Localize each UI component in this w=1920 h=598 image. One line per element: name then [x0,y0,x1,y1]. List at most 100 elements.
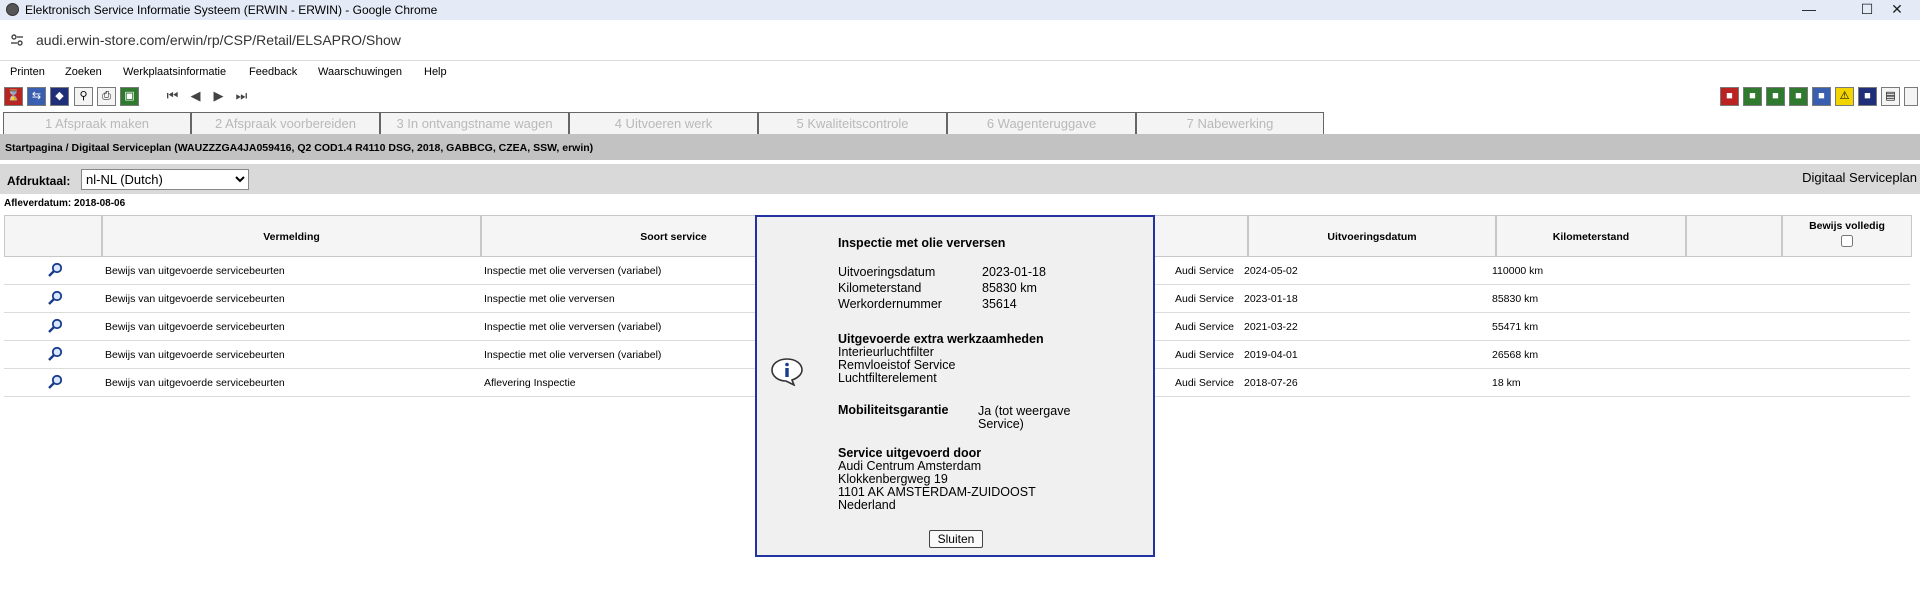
info-icon [771,358,803,386]
overflow-icon[interactable] [1904,87,1918,106]
cell-soort-service: Inspectie met olie verversen [484,293,615,305]
header-bewijs-volledig: Bewijs volledig [1782,215,1912,257]
delivery-date: Afleverdatum: 2018-08-06 [4,198,126,209]
print-icon[interactable]: ⎙ [97,87,116,106]
cell-uitgevoerd-door: Audi Service [1175,377,1234,389]
document-icon[interactable]: ■ [1766,87,1785,106]
cell-kilometerstand: 55471 km [1492,321,1539,333]
popup-field-label: Werkordernummer [838,297,942,311]
magnifier-icon[interactable] [47,374,63,390]
popup-field-value: 2023-01-18 [982,265,1046,279]
hourglass-icon[interactable]: ⌛ [4,87,23,106]
save-icon[interactable]: ▣ [120,87,139,106]
menu-werkplaatsinformatie[interactable]: Werkplaatsinformatie [123,66,226,78]
tab-in-ontvangstname-wagen[interactable]: 3 In ontvangstname wagen [380,112,569,134]
camera-icon[interactable]: ■ [1812,87,1831,106]
popup-extra-item: Luchtfilterelement [838,371,937,385]
close-window-icon[interactable]: ✕ [1874,0,1920,20]
popup-mobility-label: Mobiliteitsgarantie [838,403,949,417]
previous-icon[interactable]: ◀ [186,87,205,106]
cell-uitvoeringsdatum: 2023-01-18 [1244,293,1298,305]
cell-soort-service: Inspectie met olie verversen (variabel) [484,321,662,333]
popup-field-label: Kilometerstand [838,281,922,295]
menu-feedback[interactable]: Feedback [249,66,297,78]
service-detail-popup: Inspectie met olie verversen Uitvoerings… [755,215,1155,557]
popup-field-value: 85830 km [982,281,1037,295]
first-page-icon[interactable]: ⏮ [163,87,182,106]
popup-field-uitvoeringsdatum: Uitvoeringsdatum 2023-01-18 [838,265,1046,279]
menu-help[interactable]: Help [424,66,447,78]
book-icon[interactable]: ■ [1720,87,1739,106]
cell-kilometerstand: 85830 km [1492,293,1539,305]
cell-vermelding: Bewijs van uitgevoerde servicebeurten [105,377,285,389]
magnifier-icon[interactable]: ⚲ [74,87,93,106]
cell-vermelding: Bewijs van uitgevoerde servicebeurten [105,265,285,277]
cell-kilometerstand: 26568 km [1492,349,1539,361]
tab-afspraak-voorbereiden[interactable]: 2 Afspraak voorbereiden [191,112,380,134]
sluiten-button[interactable]: Sluiten [929,530,983,548]
popup-performer-line: Audi Centrum Amsterdam [838,459,982,473]
popup-field-value: 35614 [982,297,1017,311]
magnifier-icon[interactable] [47,318,63,334]
page-title: Digitaal Serviceplan [1802,170,1917,185]
tab-uitvoeren-werk[interactable]: 4 Uitvoeren werk [569,112,758,134]
vehicle-search-icon[interactable]: ◆ [50,87,69,106]
popup-title: Inspectie met olie verversen [838,236,1006,250]
tab-wagenteruggave[interactable]: 6 Wagenteruggave [947,112,1136,134]
cell-uitvoeringsdatum: 2021-03-22 [1244,321,1298,333]
chrome-app-icon [6,3,19,16]
magnifier-icon[interactable] [47,346,63,362]
popup-mobility-value-cont: Service) [978,417,1024,431]
popup-extra-item: Remvloeistof Service [838,358,956,372]
popup-performer-title: Service uitgevoerd door [838,446,982,460]
popup-performer-line: 1101 AK AMSTERDAM-ZUIDOOST [838,485,1036,499]
minimize-icon[interactable]: — [1786,0,1832,20]
cell-vermelding: Bewijs van uitgevoerde servicebeurten [105,349,285,361]
magnifier-icon[interactable] [47,290,63,306]
cell-vermelding: Bewijs van uitgevoerde servicebeurten [105,293,285,305]
menu-printen[interactable]: Printen [10,66,45,78]
cell-kilometerstand: 18 km [1492,377,1521,389]
next-icon[interactable]: ▶ [209,87,228,106]
cell-vermelding: Bewijs van uitgevoerde servicebeurten [105,321,285,333]
database-icon[interactable]: ■ [1858,87,1877,106]
notes-icon[interactable]: ▤ [1881,87,1900,106]
cell-uitgevoerd-door: Audi Service [1175,265,1234,277]
header-empty [1686,215,1782,257]
cell-kilometerstand: 110000 km [1492,265,1544,277]
address-bar: audi.erwin-store.com/erwin/rp/CSP/Retail… [0,20,1920,61]
menu-waarschuwingen[interactable]: Waarschuwingen [318,66,402,78]
header-bewijs-label: Bewijs volledig [1809,220,1885,232]
tab-afspraak-maken[interactable]: 1 Afspraak maken [3,112,191,134]
car-check-icon[interactable]: ■ [1743,87,1762,106]
magnifier-icon[interactable] [47,262,63,278]
tab-kwaliteitscontrole[interactable]: 5 Kwaliteitscontrole [758,112,947,134]
warning-icon[interactable]: ⚠ [1835,87,1854,106]
popup-field-label: Uitvoeringsdatum [838,265,936,279]
popup-performer-line: Nederland [838,498,896,512]
cell-uitvoeringsdatum: 2018-07-26 [1244,377,1298,389]
cell-soort-service: Inspectie met olie verversen (variabel) [484,265,662,277]
cell-uitvoeringsdatum: 2019-04-01 [1244,349,1298,361]
window-title: Elektronisch Service Informatie Systeem … [25,3,438,17]
popup-extra-item: Interieurluchtfilter [838,345,934,359]
header-icon-column [4,215,102,257]
popup-field-kilometerstand: Kilometerstand 85830 km [838,281,1037,295]
cell-uitgevoerd-door: Audi Service [1175,321,1234,333]
bewijs-volledig-checkbox[interactable] [1841,235,1853,247]
print-language-label: Afdruktaal: [7,174,71,188]
popup-mobility-value: Ja (tot weergave [978,404,1071,418]
last-page-icon[interactable]: ⏭ [232,87,251,106]
url-text[interactable]: audi.erwin-store.com/erwin/rp/CSP/Retail… [36,32,401,48]
popup-extra-title: Uitgevoerde extra werkzaamheden [838,332,1044,346]
tab-nabewerking[interactable]: 7 Nabewerking [1136,112,1324,134]
menu-bar: Printen Zoeken Werkplaatsinformatie Feed… [0,61,1920,83]
cell-uitvoeringsdatum: 2024-05-02 [1244,265,1298,277]
transfer-icon[interactable]: ⇆ [27,87,46,106]
header-kilometerstand: Kilometerstand [1496,215,1686,257]
print-language-select[interactable]: nl-NL (Dutch) [81,169,249,190]
site-settings-icon[interactable] [10,33,24,47]
header-vermelding: Vermelding [102,215,481,257]
car-icon[interactable]: ■ [1789,87,1808,106]
menu-zoeken[interactable]: Zoeken [65,66,102,78]
